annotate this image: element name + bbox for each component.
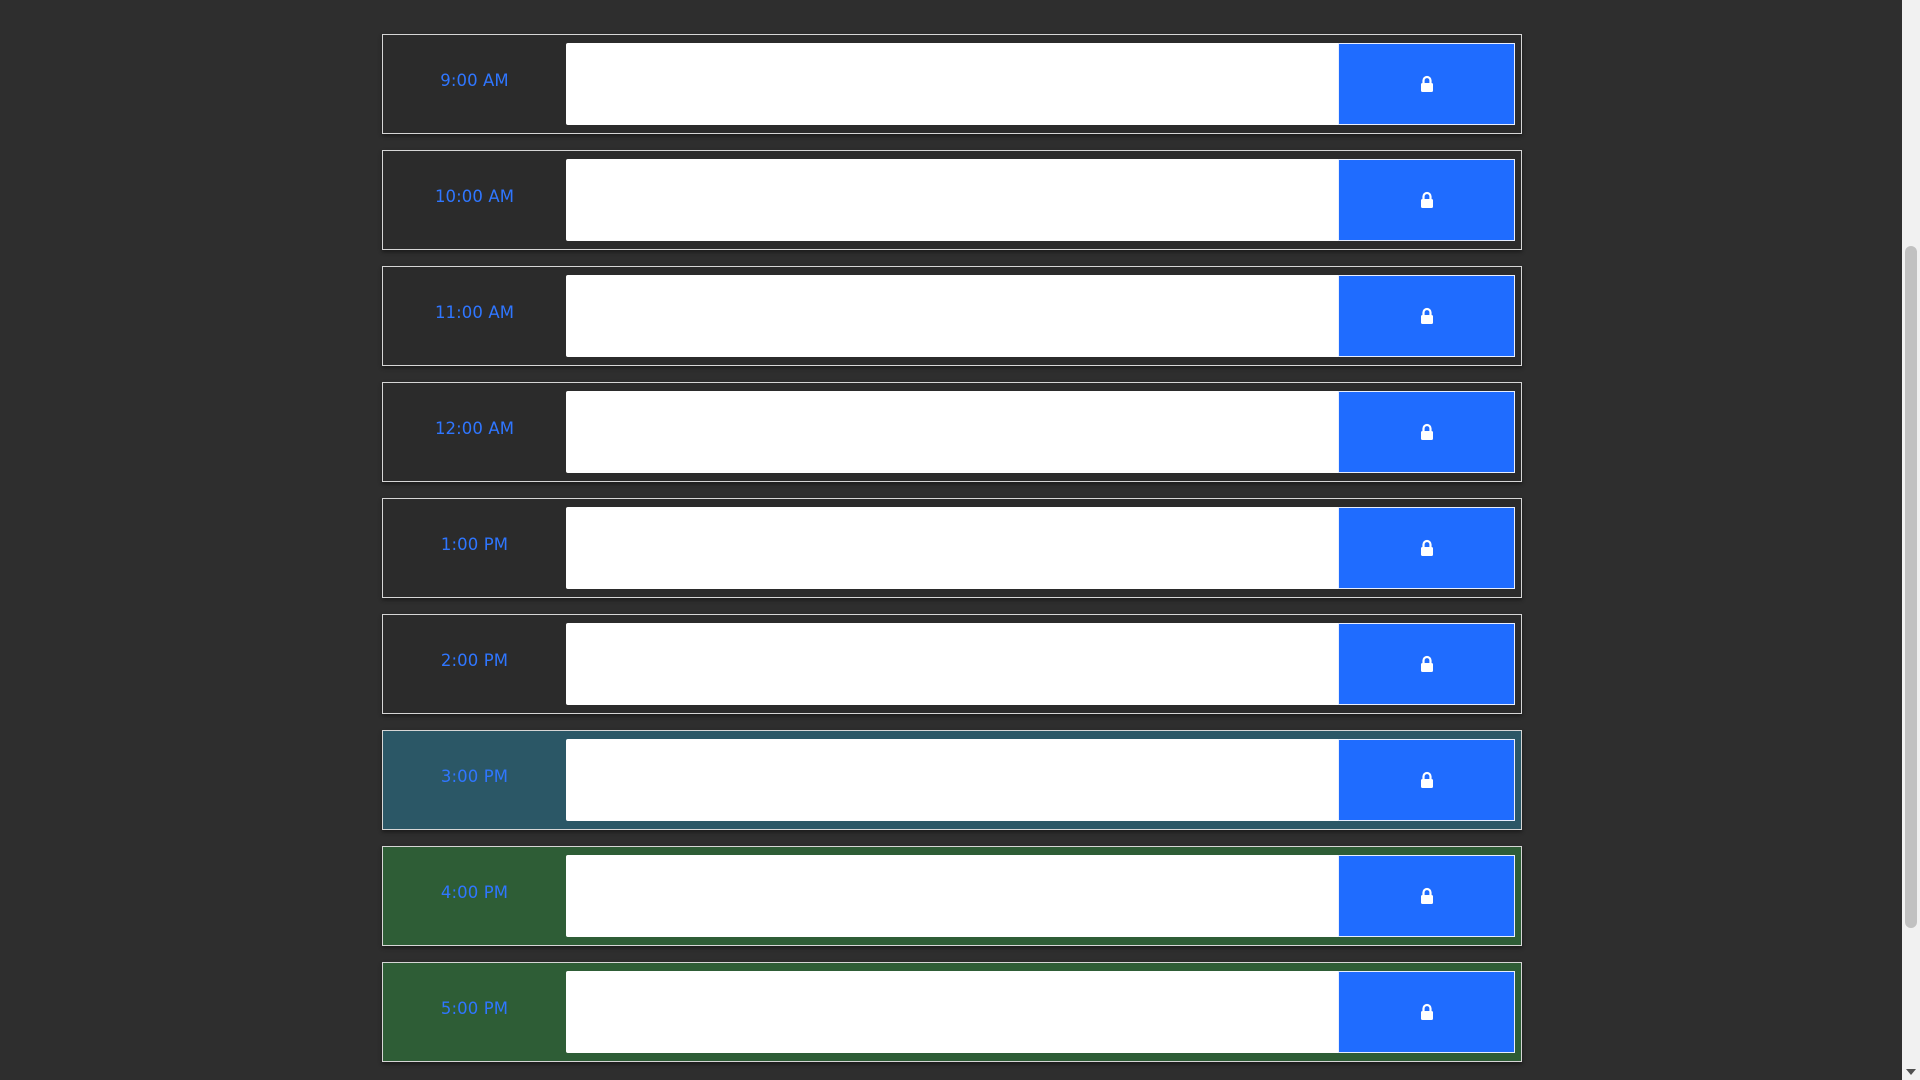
lock-icon (1420, 75, 1433, 92)
lock-icon (1420, 887, 1433, 904)
event-input[interactable] (566, 159, 1340, 241)
lock-icon (1420, 191, 1433, 208)
lock-icon (1420, 1003, 1433, 1020)
hour-label: 12:00 AM (434, 419, 515, 438)
save-button[interactable] (1338, 971, 1515, 1053)
hour-label: 9:00 AM (440, 71, 509, 90)
lock-icon (1420, 307, 1433, 324)
scheduler-container: 9:00 AM 10:00 AM 11:00 AM 12:00 AM 1:00 … (382, 34, 1522, 1078)
save-button[interactable] (1338, 43, 1515, 125)
hour-row: 11:00 AM (382, 266, 1522, 366)
hour-label: 4:00 PM (440, 883, 509, 902)
save-button[interactable] (1338, 623, 1515, 705)
event-input[interactable] (566, 391, 1340, 473)
save-button[interactable] (1338, 391, 1515, 473)
hour-row: 5:00 PM (382, 962, 1522, 1062)
hour-label: 5:00 PM (440, 999, 509, 1018)
event-input[interactable] (566, 507, 1340, 589)
hour-label: 2:00 PM (440, 651, 509, 670)
event-input[interactable] (566, 855, 1340, 937)
save-button[interactable] (1338, 855, 1515, 937)
lock-icon (1420, 771, 1433, 788)
hour-row: 12:00 AM (382, 382, 1522, 482)
hour-row: 3:00 PM (382, 730, 1522, 830)
hour-label: 11:00 AM (434, 303, 515, 322)
scroll-down-arrow-icon[interactable] (1906, 1069, 1916, 1075)
lock-icon (1420, 539, 1433, 556)
hour-label: 10:00 AM (434, 187, 515, 206)
vertical-scrollbar[interactable] (1902, 0, 1920, 1080)
event-input[interactable] (566, 971, 1340, 1053)
event-input[interactable] (566, 43, 1340, 125)
save-button[interactable] (1338, 739, 1515, 821)
hour-label: 1:00 PM (440, 535, 509, 554)
event-input[interactable] (566, 623, 1340, 705)
hour-row: 9:00 AM (382, 34, 1522, 134)
hour-row: 10:00 AM (382, 150, 1522, 250)
hour-label: 3:00 PM (440, 767, 509, 786)
lock-icon (1420, 655, 1433, 672)
save-button[interactable] (1338, 507, 1515, 589)
hour-row: 1:00 PM (382, 498, 1522, 598)
save-button[interactable] (1338, 159, 1515, 241)
hour-row: 2:00 PM (382, 614, 1522, 714)
hour-row: 4:00 PM (382, 846, 1522, 946)
lock-icon (1420, 423, 1433, 440)
scrollbar-thumb[interactable] (1905, 246, 1917, 928)
event-input[interactable] (566, 739, 1340, 821)
save-button[interactable] (1338, 275, 1515, 357)
event-input[interactable] (566, 275, 1340, 357)
